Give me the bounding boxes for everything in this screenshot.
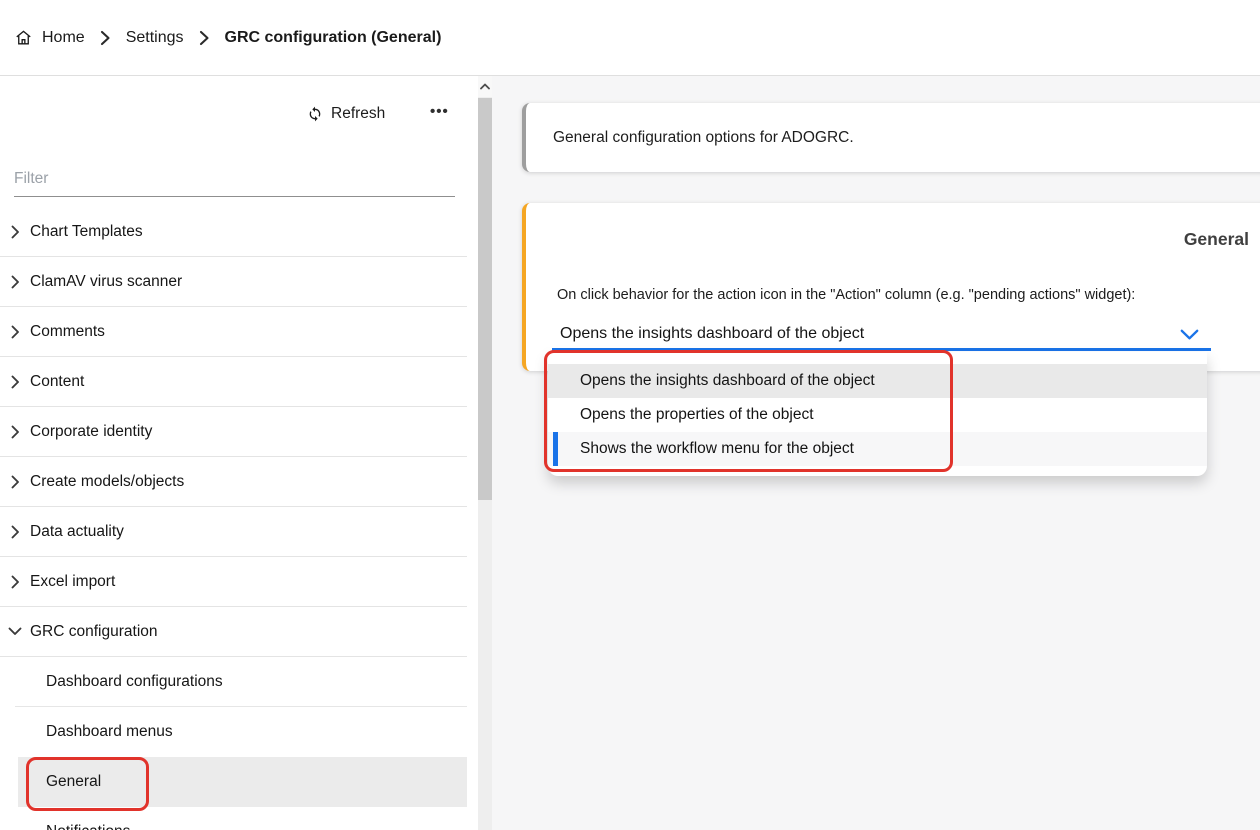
dropdown-option-insights-dashboard[interactable]: Opens the insights dashboard of the obje… — [548, 364, 1207, 398]
refresh-button[interactable]: Refresh — [303, 103, 389, 125]
breadcrumb-settings[interactable]: Settings — [126, 29, 184, 47]
chevron-right-icon — [0, 475, 30, 489]
scroll-up-button[interactable] — [478, 76, 492, 97]
sidebar-item-create-models-objects[interactable]: Create models/objects — [0, 457, 467, 507]
general-section-card: General On click behavior for the action… — [522, 203, 1260, 371]
select-focus-underline — [552, 348, 1211, 351]
filter-input[interactable] — [14, 162, 455, 196]
info-banner-text: General configuration options for ADOGRC… — [553, 129, 854, 147]
info-banner: General configuration options for ADOGRC… — [522, 103, 1260, 172]
sidebar-toolbar: Refresh ••• — [0, 76, 467, 132]
chevron-right-icon — [0, 525, 30, 539]
chevron-right-icon — [0, 375, 30, 389]
chevron-right-icon — [0, 575, 30, 589]
refresh-label: Refresh — [331, 105, 385, 123]
chevron-down-icon — [1180, 329, 1199, 341]
sidebar-item-dashboard-menus[interactable]: Dashboard menus — [0, 707, 467, 757]
settings-catalog-sidebar: Refresh ••• Chart Templates ClamAV virus… — [0, 76, 467, 830]
chevron-right-icon — [199, 30, 210, 46]
sidebar-item-grc-configuration[interactable]: GRC configuration — [0, 607, 467, 657]
sidebar-item-excel-import[interactable]: Excel import — [0, 557, 467, 607]
dropdown-option-properties[interactable]: Opens the properties of the object — [548, 398, 1207, 432]
section-title: General — [526, 229, 1249, 250]
sidebar-item-dashboard-configurations[interactable]: Dashboard configurations — [0, 657, 467, 707]
settings-tree: Chart Templates ClamAV virus scanner Com… — [0, 207, 467, 830]
sidebar-item-content[interactable]: Content — [0, 357, 467, 407]
select-value: Opens the insights dashboard of the obje… — [560, 325, 864, 343]
sidebar-item-notifications[interactable]: Notifications — [0, 807, 467, 830]
app-window: Home Settings GRC configuration (General… — [0, 0, 1260, 830]
chevron-right-icon — [100, 30, 111, 46]
chevron-down-icon — [0, 627, 30, 636]
select-dropdown-list: Opens the insights dashboard of the obje… — [548, 352, 1207, 476]
breadcrumb: Home Settings GRC configuration (General… — [0, 28, 441, 47]
chevron-right-icon — [0, 275, 30, 289]
onclick-behavior-select[interactable]: Opens the insights dashboard of the obje… — [552, 315, 1211, 351]
scrollbar-thumb[interactable] — [478, 98, 492, 500]
field-label: On click behavior for the action icon in… — [557, 287, 1135, 303]
filter-field — [14, 162, 455, 197]
chevron-up-icon — [480, 83, 490, 90]
breadcrumb-current: GRC configuration (General) — [225, 29, 442, 47]
breadcrumb-home[interactable]: Home — [42, 29, 85, 47]
chevron-right-icon — [0, 225, 30, 239]
sidebar-item-clamav-virus-scanner[interactable]: ClamAV virus scanner — [0, 257, 467, 307]
settings-content-panel: General configuration options for ADOGRC… — [492, 76, 1260, 830]
home-icon[interactable] — [14, 28, 33, 47]
sidebar-item-data-actuality[interactable]: Data actuality — [0, 507, 467, 557]
dropdown-option-workflow-menu[interactable]: Shows the workflow menu for the object — [548, 432, 1207, 466]
sidebar-item-general[interactable]: General — [0, 757, 467, 807]
header-bar: Home Settings GRC configuration (General… — [0, 0, 1260, 76]
refresh-icon — [307, 106, 323, 122]
chevron-right-icon — [0, 425, 30, 439]
sidebar-item-comments[interactable]: Comments — [0, 307, 467, 357]
more-options-button[interactable]: ••• — [426, 101, 453, 122]
more-options-icon: ••• — [430, 103, 449, 120]
sidebar-item-corporate-identity[interactable]: Corporate identity — [0, 407, 467, 457]
sidebar-scrollbar[interactable] — [478, 76, 492, 830]
sidebar-item-chart-templates[interactable]: Chart Templates — [0, 207, 467, 257]
chevron-right-icon — [0, 325, 30, 339]
